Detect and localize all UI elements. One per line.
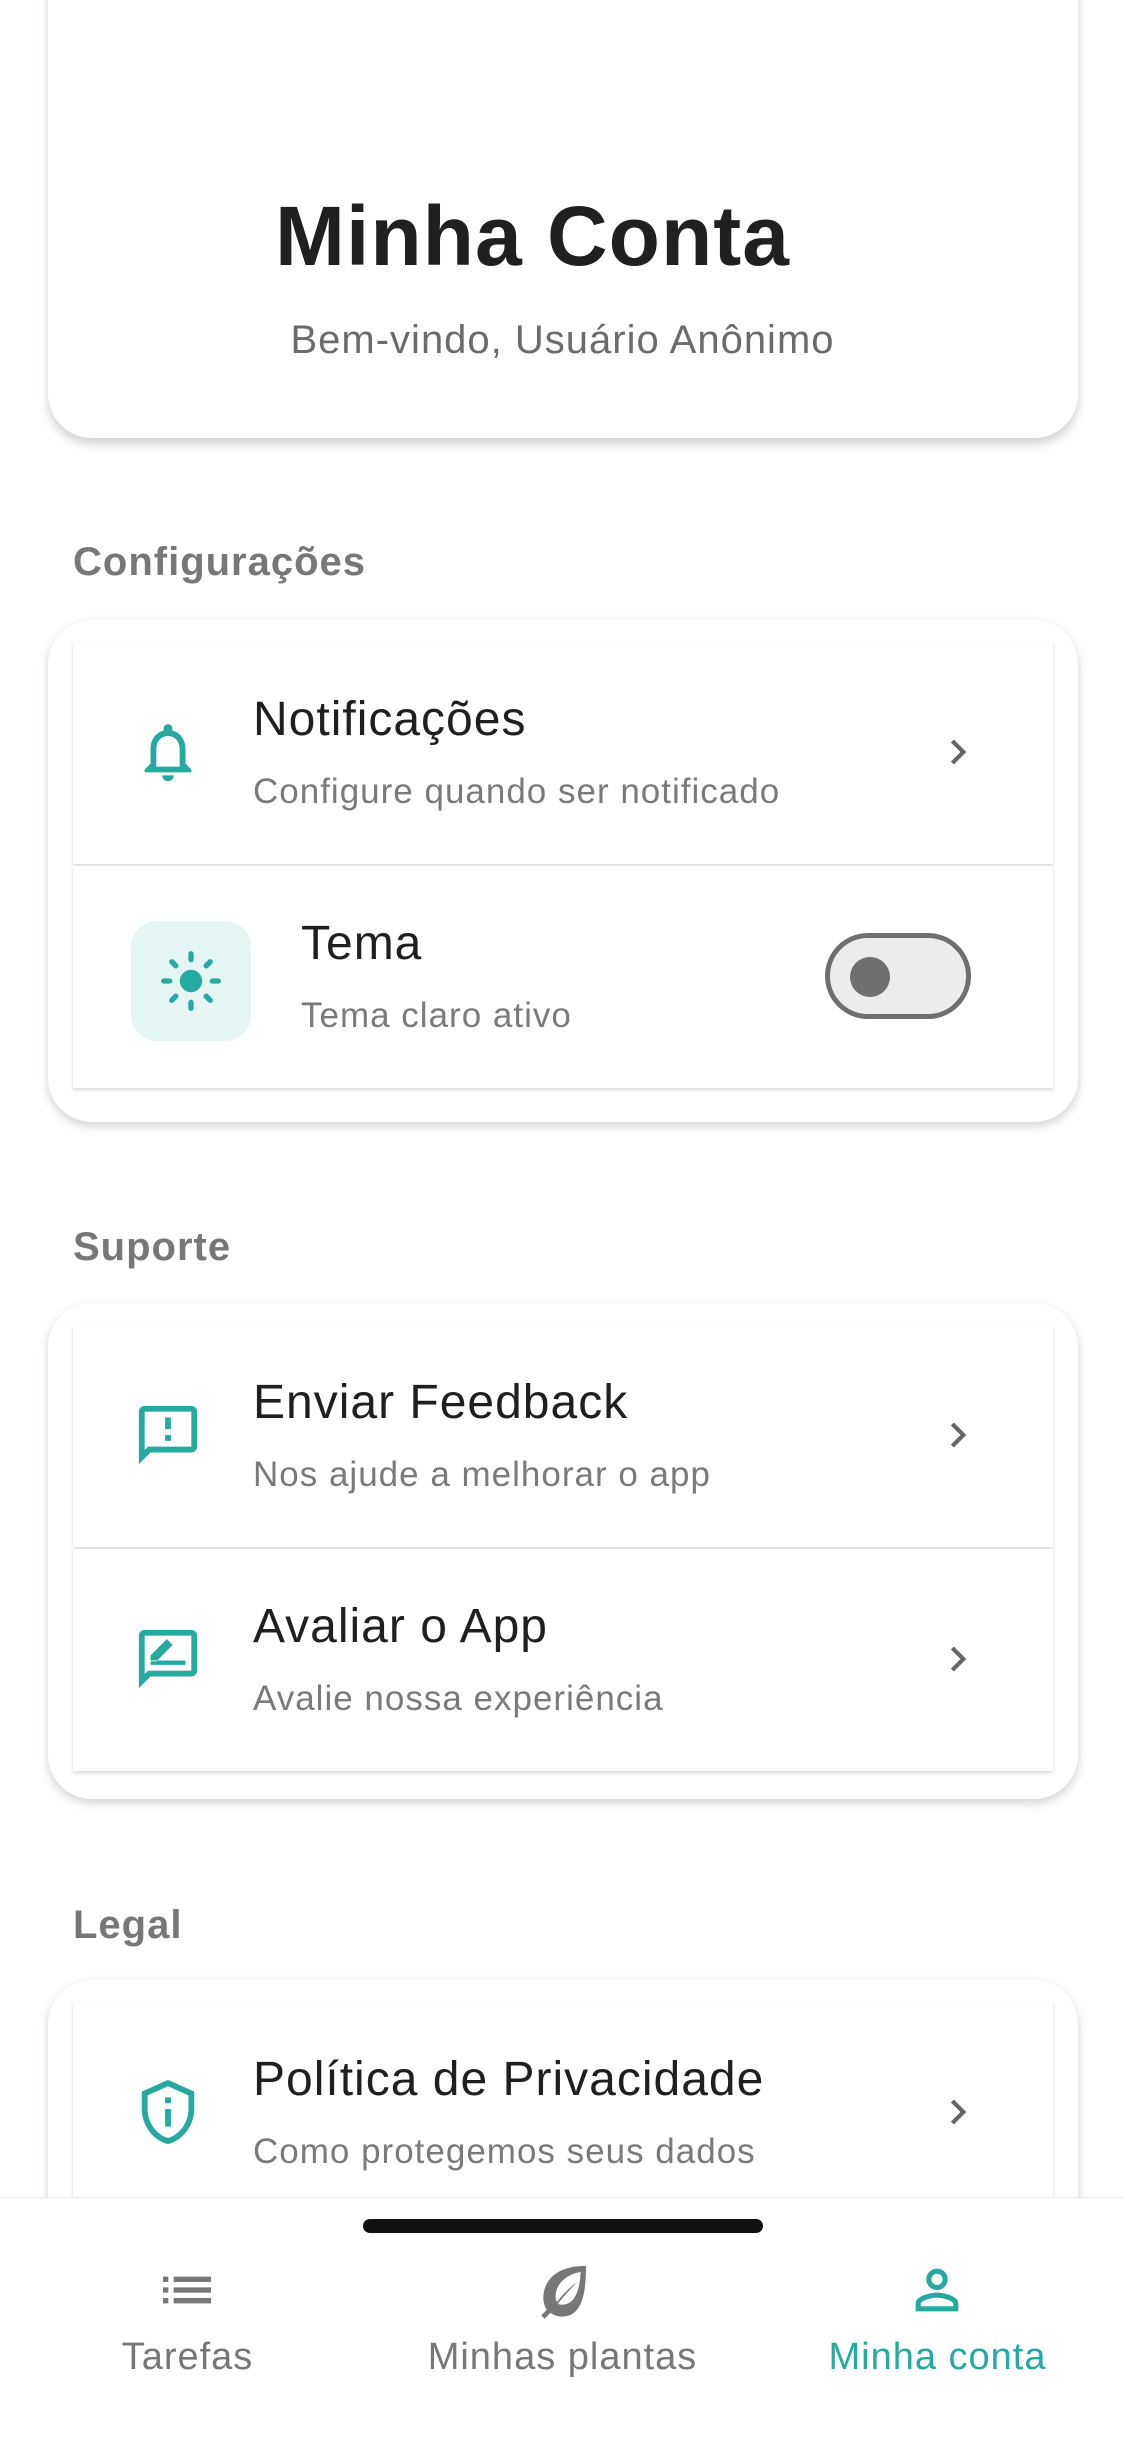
- chevron-right-icon: [933, 1410, 983, 1460]
- privacy-policy-item[interactable]: Política de Privacidade Como protegemos …: [73, 2002, 1053, 2224]
- feedback-title: Enviar Feedback: [253, 1376, 629, 1429]
- feedback-item[interactable]: Enviar Feedback Nos ajude a melhorar o a…: [73, 1325, 1053, 1547]
- chevron-right-icon: [933, 1634, 983, 1684]
- leaf-icon: [530, 2258, 594, 2322]
- section-label-support: Suporte: [73, 1225, 232, 1269]
- support-group: Enviar Feedback Nos ajude a melhorar o a…: [48, 1303, 1078, 1799]
- page-subtitle: Bem-vindo, Usuário Anônimo: [290, 318, 835, 362]
- rate-review-icon: [133, 1624, 203, 1694]
- feedback-subtitle: Nos ajude a melhorar o app: [253, 1455, 711, 1494]
- list-icon: [155, 2258, 219, 2322]
- nav-tab-tasks[interactable]: Tarefas: [0, 2198, 375, 2437]
- theme-subtitle: Tema claro ativo: [301, 996, 572, 1035]
- theme-item: Tema Tema claro ativo: [73, 866, 1053, 1088]
- bottom-nav: Tarefas Minhas plantas Minha conta: [0, 2197, 1125, 2437]
- toggle-knob: [850, 957, 890, 997]
- page-title: Minha Conta: [275, 189, 790, 283]
- theme-toggle[interactable]: [825, 933, 971, 1019]
- shield-icon: [133, 2077, 203, 2147]
- home-indicator: [363, 2219, 763, 2233]
- rate-app-subtitle: Avalie nossa experiência: [253, 1679, 664, 1718]
- nav-label-account: Minha conta: [828, 2336, 1047, 2378]
- feedback-icon: [133, 1400, 203, 1470]
- theme-icon-tile: [131, 921, 251, 1041]
- chevron-right-icon: [933, 2087, 983, 2137]
- nav-tab-plants[interactable]: Minhas plantas: [375, 2198, 750, 2437]
- rate-app-item[interactable]: Avaliar o App Avalie nossa experiência: [73, 1549, 1053, 1771]
- rate-app-title: Avaliar o App: [253, 1600, 548, 1653]
- chevron-right-icon: [933, 727, 983, 777]
- notifications-subtitle: Configure quando ser notificado: [253, 772, 781, 811]
- config-group: Notificações Configure quando ser notifi…: [48, 620, 1078, 1122]
- privacy-policy-title: Política de Privacidade: [253, 2053, 765, 2106]
- person-icon: [905, 2258, 969, 2322]
- nav-label-tasks: Tarefas: [121, 2336, 254, 2378]
- notifications-title: Notificações: [253, 693, 527, 746]
- nav-label-plants: Minhas plantas: [427, 2336, 698, 2378]
- privacy-policy-subtitle: Como protegemos seus dados: [253, 2132, 756, 2171]
- section-label-config: Configurações: [73, 540, 367, 584]
- theme-title: Tema: [301, 917, 423, 970]
- bell-icon: [133, 717, 203, 787]
- section-label-legal: Legal: [73, 1903, 183, 1947]
- sun-icon: [161, 951, 221, 1011]
- notifications-item[interactable]: Notificações Configure quando ser notifi…: [73, 642, 1053, 864]
- nav-tab-account[interactable]: Minha conta: [750, 2198, 1125, 2437]
